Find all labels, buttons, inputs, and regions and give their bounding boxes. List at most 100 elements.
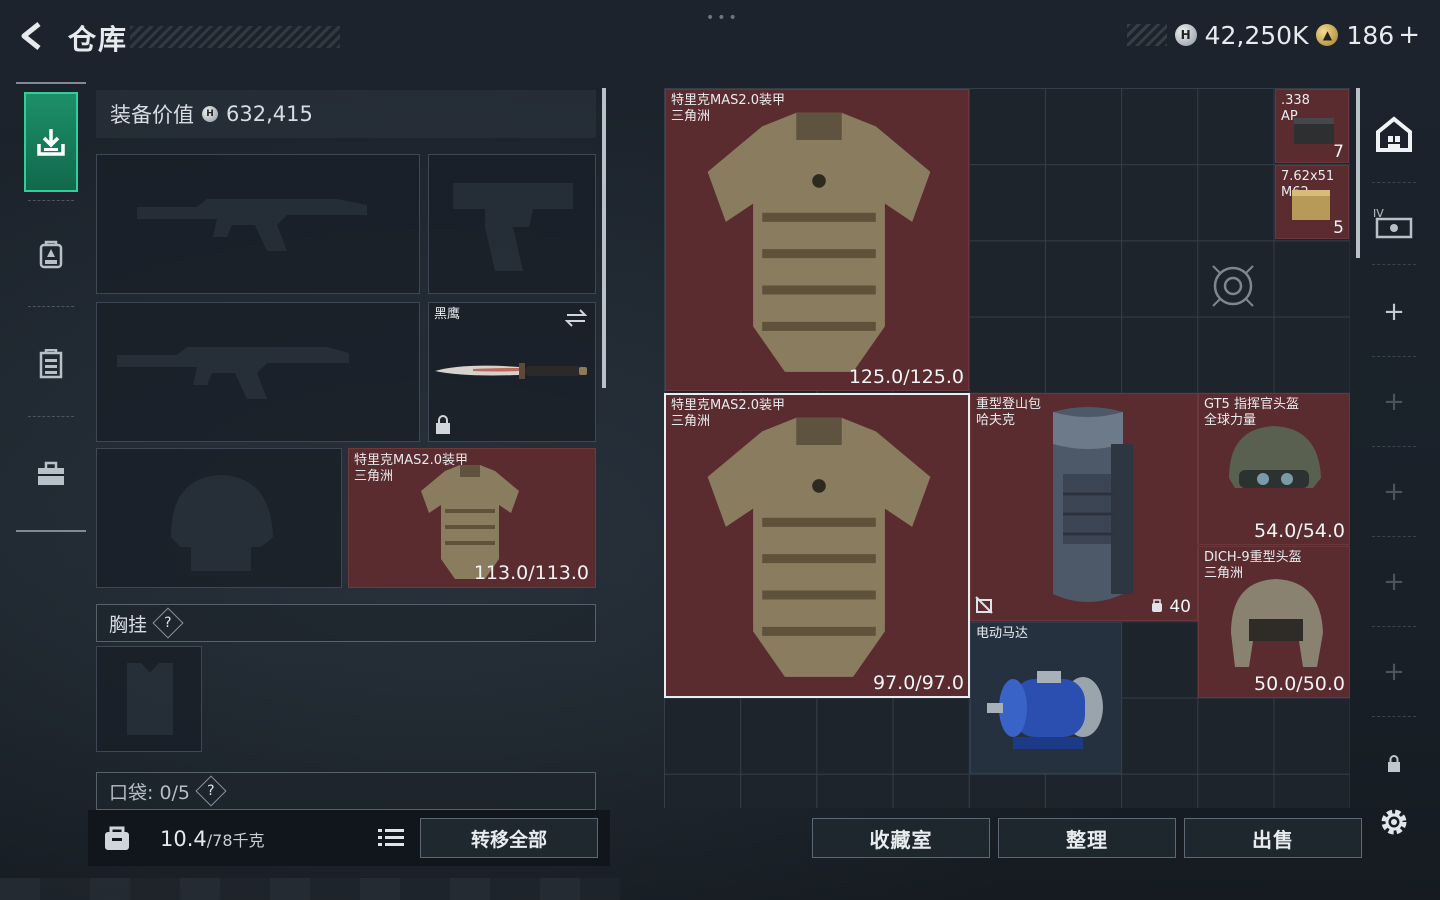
add-tab-button[interactable]: + [1370,282,1418,342]
collection-room-button[interactable]: 收藏室 [812,818,990,858]
item-name: 电动马达 [976,626,1029,641]
carry-weight-bar: 10.4/78千克 转移全部 [88,810,610,866]
equipment-value-bar: 装备价值 H 632,415 [96,90,596,138]
carry-weight: 10.4/78千克 [160,827,265,851]
chest-rig-header: 胸挂 ? [96,604,596,642]
help-icon[interactable]: ? [152,607,184,639]
melee-slot[interactable]: 黑鹰 [428,302,596,442]
transfer-all-button[interactable]: 转移全部 [420,818,598,858]
item-durability: 97.0/97.0 [872,672,964,694]
primary-weapon-slot[interactable] [96,154,420,294]
gear-icon [1381,809,1407,835]
gold-coin-icon: ▲ [1316,24,1339,46]
nav-separator [28,200,74,201]
ammo-box-icon [1292,190,1330,220]
tab-separator [1372,446,1416,447]
lock-icon [436,415,450,434]
backpack-capacity: 40 [1150,597,1191,617]
armor-vest-icon [707,417,931,677]
list-view-button[interactable] [374,822,408,854]
equipment-value: 632,415 [226,102,313,126]
sell-button[interactable]: 出售 [1184,818,1362,858]
warehouse-item-gt5-helmet[interactable]: GT5 指挥官头盔 全球力量 54.0/54.0 [1198,393,1350,545]
capacity-bag-icon [1151,599,1162,612]
tab-expansion-iv[interactable]: IV [1370,192,1418,252]
left-nav [16,82,86,532]
warehouse-grid[interactable]: 特里克MAS2.0装甲 三角洲 125.0/125.0 .338 AP 7 7.… [664,88,1350,808]
equipment-panel: 装备价值 H 632,415 黑鹰 特里克MAS2.0装甲 三角洲 113.0/… [94,88,600,810]
nav-backpack[interactable] [24,204,78,304]
top-bar: 仓库 ••• H 42,250K ▲ 186 + [0,0,1440,72]
add-tab-disabled: + [1383,657,1405,687]
settings-button[interactable] [1370,792,1418,852]
helmet-silhouette-icon [171,475,273,571]
nav-deposit[interactable] [24,92,78,192]
armor-slot[interactable]: 特里克MAS2.0装甲 三角洲 113.0/113.0 [348,448,596,588]
warehouse-home-icon [1376,116,1412,152]
item-count: 5 [1333,218,1344,238]
armor-vest-icon [707,112,931,372]
rifle-silhouette-icon [117,347,349,399]
tab-separator [1372,182,1416,183]
no-insure-icon [975,596,993,614]
tab-separator [1372,536,1416,537]
nav-briefcase[interactable] [24,424,78,524]
nav-vest[interactable] [24,314,78,414]
knife-name: 黑鹰 [434,307,461,322]
pistol-silhouette-icon [453,183,573,271]
warehouse-item-armor-selected[interactable]: 特里克MAS2.0装甲 三角洲 97.0/97.0 [664,393,970,698]
add-tab-disabled: + [1383,477,1405,507]
expansion-case-icon: IV [1373,207,1413,239]
item-name: 重型登山包 哈夫克 [976,397,1042,428]
item-durability: 54.0/54.0 [1253,520,1345,542]
help-icon[interactable]: ? [195,775,227,807]
armor-durability: 113.0/113.0 [473,562,589,584]
helmet-icon [1231,579,1323,667]
currency-display: H 42,250K ▲ 186 + [1126,20,1420,50]
silver-coin-icon: H [202,106,218,122]
tab-separator [1372,264,1416,265]
backpack-icon [1053,407,1133,602]
warehouse-item-ammo-338[interactable]: .338 AP 7 [1275,89,1349,163]
pocket-label: 口袋: 0/5 [109,781,191,804]
lock-button[interactable] [1370,734,1418,794]
drag-handle[interactable]: ••• [706,10,740,26]
warehouse-item-ammo-762[interactable]: 7.62x51 M62 5 [1275,165,1349,239]
list-icon [378,829,404,846]
warehouse-item-armor[interactable]: 特里克MAS2.0装甲 三角洲 125.0/125.0 [665,89,969,391]
back-button[interactable] [16,18,52,54]
warehouse-item-electric-motor[interactable]: 电动马达 [970,622,1122,774]
secondary-weapon-slot[interactable] [96,302,420,442]
ammo-box-icon [1294,118,1334,144]
helmet-slot[interactable] [96,448,342,588]
back-arrow-icon [21,22,41,50]
pistol-slot[interactable] [428,154,596,294]
warehouse-tabs: IV + + + + + [1366,88,1422,868]
lock-icon [1388,755,1400,772]
add-currency-button[interactable]: + [1398,20,1420,50]
pocket-header: 口袋: 0/5 ? [96,772,596,810]
item-count: 7 [1333,142,1344,162]
silver-coin-icon: H [1174,24,1197,46]
tab-main-warehouse[interactable] [1370,104,1418,164]
bottom-decoration [0,878,620,900]
rifle-silhouette-icon [137,199,367,251]
gold-currency-amount: 186 [1346,20,1395,50]
swap-icon[interactable] [565,309,587,327]
chest-rig-slot[interactable] [96,646,202,752]
title-decoration [130,26,340,48]
page-title: 仓库 [68,23,129,56]
warehouse-item-backpack[interactable]: 重型登山包 哈夫克 40 [970,393,1198,621]
nav-separator [28,306,74,307]
equipment-scrollbar[interactable] [602,88,606,388]
organize-button[interactable]: 整理 [998,818,1176,858]
tab-separator [1372,356,1416,357]
item-durability: 125.0/125.0 [848,366,964,388]
deposit-icon [37,129,65,156]
tab-separator [1372,626,1416,627]
warehouse-scrollbar[interactable] [1356,88,1360,258]
nav-separator [28,416,74,417]
add-tab-disabled: + [1383,387,1405,417]
warehouse-item-dich9-helmet[interactable]: DICH-9重型头盔 三角洲 50.0/50.0 [1198,546,1350,698]
add-tab-disabled: + [1383,567,1405,597]
